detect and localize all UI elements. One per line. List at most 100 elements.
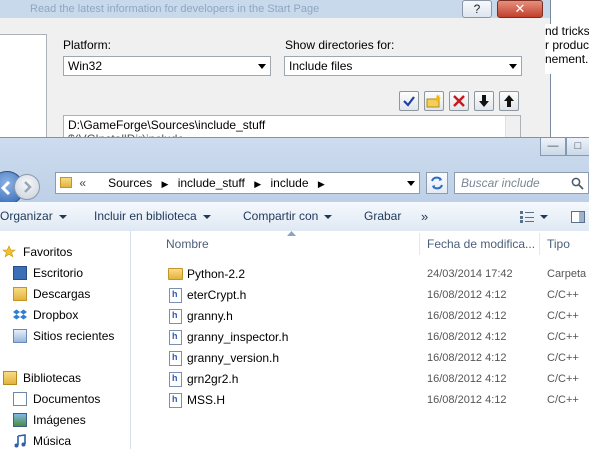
nav-label: Favoritos <box>23 245 73 259</box>
maximize-button[interactable]: □ <box>566 138 589 156</box>
header-file-icon <box>169 288 182 303</box>
background-text-line: nd tricks <box>545 24 589 38</box>
nav-label: Imágenes <box>33 413 86 427</box>
file-row[interactable]: granny.h 16/08/2012 4:12 C/C++ <box>131 306 589 327</box>
navigation-pane: Favoritos Escritorio Descargas Dropbox S… <box>0 231 131 449</box>
column-divider[interactable] <box>419 233 420 255</box>
file-date: 24/03/2014 17:42 <box>427 268 513 280</box>
directory-item[interactable]: D:\GameForge\Sources\include_stuff <box>68 118 516 132</box>
address-bar[interactable]: « Sources ▶ include_stuff ▶ include ▶ <box>55 172 420 194</box>
chevron-down-icon[interactable] <box>407 181 415 186</box>
file-list: Nombre Fecha de modifica... Tipo Python-… <box>131 231 589 449</box>
header-file-icon <box>169 309 182 324</box>
explorer-title-area: — □ « Sources ▶ include_stuff ▶ include … <box>0 137 589 205</box>
breadcrumb-overflow[interactable]: « <box>79 176 86 190</box>
file-name: granny.h <box>187 309 233 323</box>
desktop-icon <box>13 266 27 280</box>
recent-places-icon <box>13 329 27 343</box>
star-icon <box>2 245 16 258</box>
new-folder-icon <box>426 94 441 108</box>
file-row[interactable]: granny_inspector.h 16/08/2012 4:12 C/C++ <box>131 327 589 348</box>
organize-button[interactable]: Organizar <box>0 202 67 231</box>
move-up-button[interactable] <box>499 91 519 111</box>
platform-select[interactable]: Win32 <box>63 56 271 76</box>
downloads-icon <box>13 287 27 301</box>
file-type: C/C++ <box>547 310 579 322</box>
search-input[interactable]: Buscar include <box>454 172 589 194</box>
show-directories-select[interactable]: Include files <box>284 56 522 76</box>
header-file-icon <box>169 351 182 366</box>
more-commands-button[interactable]: » <box>421 202 428 231</box>
show-directories-label: Show directories for: <box>285 38 395 52</box>
chevron-down-icon <box>324 214 333 219</box>
chevron-right-icon[interactable]: ▶ <box>318 179 325 189</box>
file-row[interactable]: MSS.H 16/08/2012 4:12 C/C++ <box>131 390 589 411</box>
pictures-icon <box>13 413 27 427</box>
move-down-button[interactable] <box>474 91 494 111</box>
file-row[interactable]: Python-2.2 24/03/2014 17:42 Carpeta <box>131 264 589 285</box>
column-header-name[interactable]: Nombre <box>166 233 209 255</box>
include-in-library-button[interactable]: Incluir en biblioteca <box>94 202 211 231</box>
nav-label: Bibliotecas <box>23 371 82 385</box>
delete-button[interactable] <box>449 91 469 111</box>
file-name: grn2gr2.h <box>187 372 239 386</box>
minimize-button[interactable]: — <box>540 138 566 156</box>
organize-label: Organizar <box>0 209 53 223</box>
list-scrollbar[interactable] <box>505 116 520 139</box>
background-text: nd tricks r product nement. <box>545 24 589 74</box>
column-header-type[interactable]: Tipo <box>547 233 570 255</box>
file-date: 16/08/2012 4:12 <box>427 394 507 406</box>
libraries-icon <box>3 371 17 385</box>
file-name: MSS.H <box>187 393 226 407</box>
folder-icon <box>60 177 72 188</box>
chevron-right-icon[interactable]: ▶ <box>254 179 261 189</box>
file-date: 16/08/2012 4:12 <box>427 373 507 385</box>
chevron-down-icon <box>540 214 548 219</box>
column-header-date[interactable]: Fecha de modifica... <box>427 233 535 255</box>
breadcrumb-item[interactable]: include_stuff <box>178 176 245 190</box>
file-date: 16/08/2012 4:12 <box>427 352 507 364</box>
platform-label: Platform: <box>63 38 112 52</box>
file-type: C/C++ <box>547 331 579 343</box>
vs-options-dialog: Read the latest information for develope… <box>0 0 551 142</box>
show-directories-value: Include files <box>289 59 353 73</box>
column-divider[interactable] <box>539 233 540 255</box>
file-type: C/C++ <box>547 289 579 301</box>
breadcrumb-item[interactable]: Sources <box>108 176 152 190</box>
refresh-button[interactable] <box>426 172 448 194</box>
file-row[interactable]: granny_version.h 16/08/2012 4:12 C/C++ <box>131 348 589 369</box>
folder-icon <box>168 268 183 280</box>
nav-label: Escritorio <box>33 266 84 280</box>
background-text-line: nement. <box>545 52 589 66</box>
new-folder-button[interactable] <box>424 91 444 111</box>
check-button[interactable] <box>399 91 419 111</box>
file-name: granny_inspector.h <box>187 330 289 344</box>
background-window-edge <box>555 0 589 22</box>
chevron-right-icon[interactable]: ▶ <box>161 179 168 189</box>
change-view-button[interactable] <box>520 202 548 231</box>
nav-label: Sitios recientes <box>33 329 115 343</box>
view-list-icon <box>520 210 534 223</box>
header-file-icon <box>169 330 182 345</box>
burn-button[interactable]: Grabar <box>364 202 401 231</box>
breadcrumb-item[interactable]: include <box>270 176 308 190</box>
close-button[interactable]: ✕ <box>497 0 543 18</box>
file-name: granny_version.h <box>187 351 280 365</box>
music-icon <box>14 434 26 448</box>
search-placeholder: Buscar include <box>461 176 540 190</box>
chevron-down-icon <box>202 214 211 219</box>
preview-pane-button[interactable] <box>571 202 585 231</box>
file-row[interactable]: eterCrypt.h 16/08/2012 4:12 C/C++ <box>131 285 589 306</box>
background-text-line: r product <box>545 38 589 52</box>
file-row[interactable]: grn2gr2.h 16/08/2012 4:12 C/C++ <box>131 369 589 390</box>
options-tree-panel[interactable] <box>0 34 47 142</box>
help-button[interactable]: ? <box>462 0 492 18</box>
file-date: 16/08/2012 4:12 <box>427 310 507 322</box>
share-with-button[interactable]: Compartir con <box>243 202 333 231</box>
dialog-title: Read the latest information for develope… <box>30 3 320 15</box>
forward-button[interactable] <box>14 174 40 200</box>
nav-label: Música <box>33 434 72 448</box>
share-with-label: Compartir con <box>243 209 319 223</box>
explorer-window: — □ « Sources ▶ include_stuff ▶ include … <box>0 137 589 449</box>
nav-label: Descargas <box>33 287 91 301</box>
